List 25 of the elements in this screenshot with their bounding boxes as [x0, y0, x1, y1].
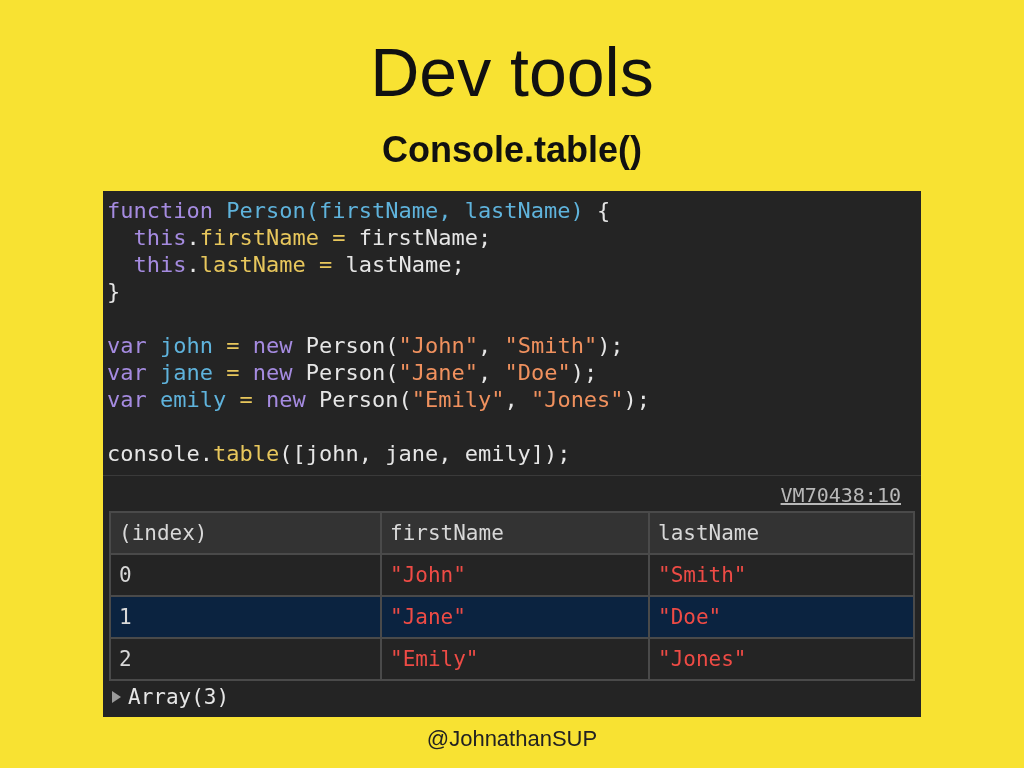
column-header: lastName: [649, 512, 914, 554]
slide-title: Dev tools: [370, 33, 654, 112]
table-cell: 1: [110, 596, 381, 638]
table-row[interactable]: 2 "Emily" "Jones": [110, 638, 914, 680]
author-handle: @JohnathanSUP: [426, 726, 598, 752]
table-row[interactable]: 1 "Jane" "Doe": [110, 596, 914, 638]
code-line: var emily = new Person("Emily", "Jones");: [107, 386, 652, 413]
column-header: (index): [110, 512, 381, 554]
code-line: this.firstName = firstName;: [132, 224, 493, 251]
code-line: console.table([john, jane, emily]);: [107, 440, 572, 467]
expand-triangle-icon[interactable]: [111, 691, 122, 703]
slide-subtitle: Console.table(): [382, 128, 642, 172]
code-line: }: [107, 278, 122, 305]
table-cell: "Emily": [381, 638, 649, 680]
code-line: this.lastName = lastName;: [132, 251, 466, 278]
code-line: var john = new Person("John", "Smith");: [107, 332, 625, 359]
table-cell: "Jones": [649, 638, 914, 680]
column-header: firstName: [381, 512, 649, 554]
code-line: function Person(firstName, lastName) {: [107, 197, 612, 224]
table-cell: "Jane": [381, 596, 649, 638]
source-link[interactable]: VM70438:10: [780, 483, 901, 507]
table-cell: "Doe": [649, 596, 914, 638]
array-label[interactable]: Array(3): [128, 685, 230, 709]
code-line: var jane = new Person("Jane", "Doe");: [107, 359, 599, 386]
table-cell: 2: [110, 638, 381, 680]
